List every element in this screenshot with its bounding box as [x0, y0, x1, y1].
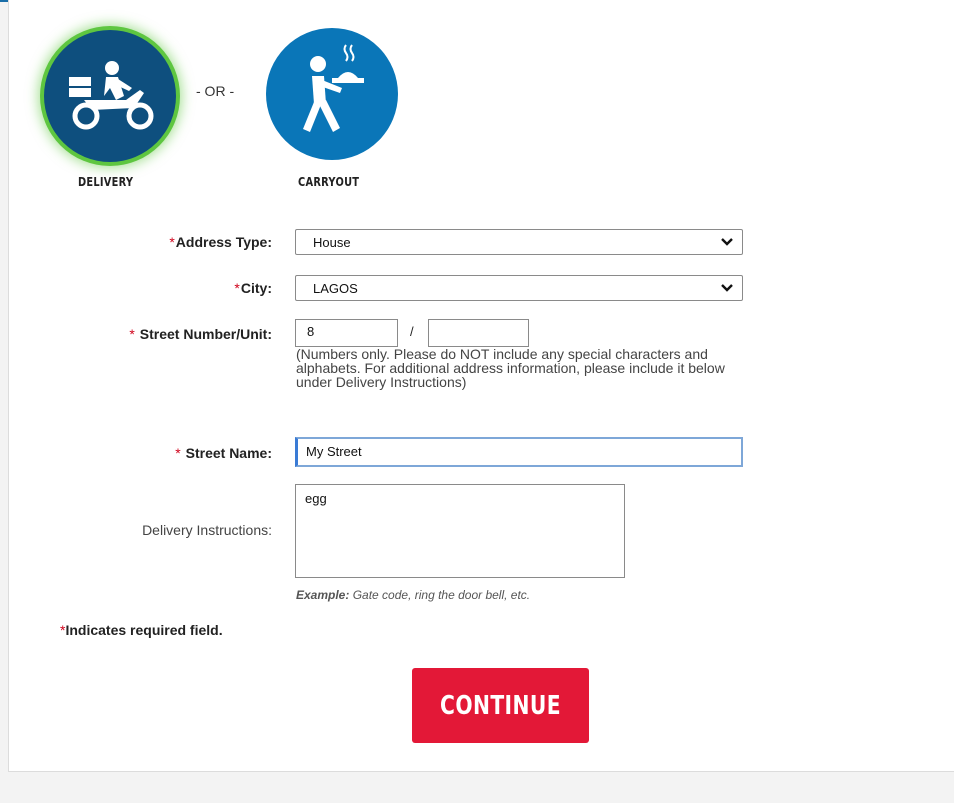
continue-button-label: CONTINUE: [440, 690, 561, 721]
unit-separator: /: [410, 324, 414, 339]
required-marker: *: [175, 445, 181, 461]
unit-number-input[interactable]: [428, 319, 529, 347]
address-type-label: *Address Type:: [169, 234, 272, 250]
city-select[interactable]: LAGOS: [295, 275, 743, 301]
chevron-down-icon: [721, 238, 733, 246]
example-prefix: Example:: [296, 588, 350, 602]
street-name-input[interactable]: My Street: [295, 437, 743, 467]
carryout-waiter-icon: [303, 44, 364, 132]
delivery-instructions-textarea[interactable]: egg: [295, 484, 625, 578]
required-marker: *: [234, 280, 240, 296]
chevron-down-icon: [721, 284, 733, 292]
city-label: *City:: [234, 280, 272, 296]
required-marker: *: [129, 326, 135, 342]
delivery-option-label[interactable]: DELIVERY: [78, 175, 133, 189]
street-number-value: 8: [307, 324, 315, 339]
delivery-scooter-icon: [69, 61, 154, 130]
street-name-label-text: Street Name:: [185, 445, 272, 461]
required-field-note-text: Indicates required field.: [65, 622, 223, 638]
street-number-input[interactable]: 8: [295, 319, 398, 347]
carryout-option-button[interactable]: [266, 28, 398, 160]
address-type-label-text: Address Type:: [175, 234, 272, 250]
street-number-label: * Street Number/Unit:: [129, 326, 272, 342]
continue-button[interactable]: CONTINUE: [412, 668, 589, 743]
example-text: Gate code, ring the door bell, etc.: [352, 588, 531, 602]
required-field-note: *Indicates required field.: [60, 622, 223, 638]
address-type-select[interactable]: House: [295, 229, 743, 255]
method-separator: - OR -: [196, 83, 235, 99]
address-type-value: House: [313, 235, 351, 250]
carryout-option-label[interactable]: CARRYOUT: [298, 175, 359, 189]
street-name-label: * Street Name:: [175, 445, 272, 461]
street-number-hint: (Numbers only. Please do NOT include any…: [296, 346, 725, 390]
city-label-text: City:: [240, 280, 272, 296]
delivery-instructions-value: egg: [305, 491, 327, 506]
city-value: LAGOS: [313, 281, 358, 296]
delivery-instructions-label: Delivery Instructions:: [142, 522, 272, 538]
required-marker: *: [169, 234, 175, 250]
delivery-option-button[interactable]: [44, 30, 176, 162]
delivery-instructions-example: Example: Gate code, ring the door bell, …: [296, 588, 530, 602]
street-name-value: My Street: [306, 444, 362, 459]
street-number-label-text: Street Number/Unit:: [139, 326, 272, 342]
